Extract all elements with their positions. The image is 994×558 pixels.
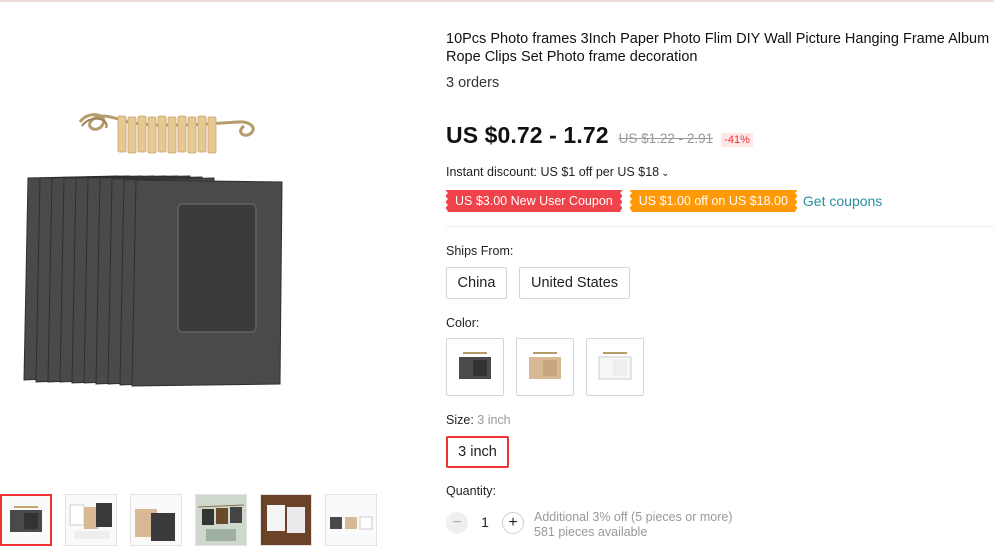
price-row: US $0.72 - 1.72 US $1.22 - 2.91 -41%	[446, 122, 753, 152]
decrease-quantity-button[interactable]: −	[446, 512, 468, 534]
new-user-coupon[interactable]: US $3.00 New User Coupon	[446, 190, 622, 212]
instant-discount-text: Instant discount: US $1 off per US $18	[446, 165, 660, 179]
size-option-3-inch[interactable]: 3 inch	[446, 436, 509, 468]
pieces-available: 581 pieces available	[534, 525, 648, 539]
color-swatch-white[interactable]	[586, 338, 644, 396]
quantity-info: Additional 3% off (5 pieces or more) 581…	[534, 510, 732, 540]
size-label-text: Size:	[446, 413, 474, 427]
thumbnail-kraft-black[interactable]	[130, 494, 182, 546]
coupon-row: US $3.00 New User Coupon US $1.00 off on…	[446, 190, 882, 212]
chevron-down-icon: ⌄	[661, 168, 670, 179]
bulk-discount-note: Additional 3% off (5 pieces or more)	[534, 510, 733, 524]
thumbnail-wall-display[interactable]	[260, 494, 312, 546]
quantity-input[interactable]: 1	[468, 514, 502, 530]
thumbnail-hanging-photos[interactable]	[195, 494, 247, 546]
store-coupon[interactable]: US $1.00 off on US $18.00	[629, 190, 797, 212]
discount-badge: -41%	[721, 133, 753, 147]
ships-from-label: Ships From:	[446, 244, 514, 258]
thumbnail-mixed-frames[interactable]	[65, 494, 117, 546]
instant-discount-dropdown[interactable]: Instant discount: US $1 off per US $18 ⌄	[446, 165, 669, 179]
original-price: US $1.22 - 2.91	[618, 131, 714, 146]
color-swatch-black[interactable]	[446, 338, 504, 396]
ships-from-china[interactable]: China	[446, 267, 507, 299]
product-title: 10Pcs Photo frames 3Inch Paper Photo Fli…	[446, 31, 990, 65]
size-label: Size: 3 inch	[446, 413, 511, 427]
thumbnail-three-colors[interactable]	[325, 494, 377, 546]
increase-quantity-button[interactable]: +	[502, 512, 524, 534]
color-label: Color:	[446, 316, 480, 330]
orders-count: 3 orders	[446, 75, 500, 91]
divider	[446, 226, 994, 227]
thumbnail-black-frames[interactable]	[0, 494, 52, 546]
size-selected-text: 3 inch	[477, 413, 511, 427]
ships-from-united-states[interactable]: United States	[519, 267, 630, 299]
main-product-image[interactable]	[18, 92, 318, 392]
quantity-label: Quantity:	[446, 484, 497, 498]
color-swatch-kraft[interactable]	[516, 338, 574, 396]
get-coupons-link[interactable]: Get coupons	[803, 193, 882, 209]
current-price: US $0.72 - 1.72	[446, 122, 609, 148]
top-border	[0, 0, 994, 2]
